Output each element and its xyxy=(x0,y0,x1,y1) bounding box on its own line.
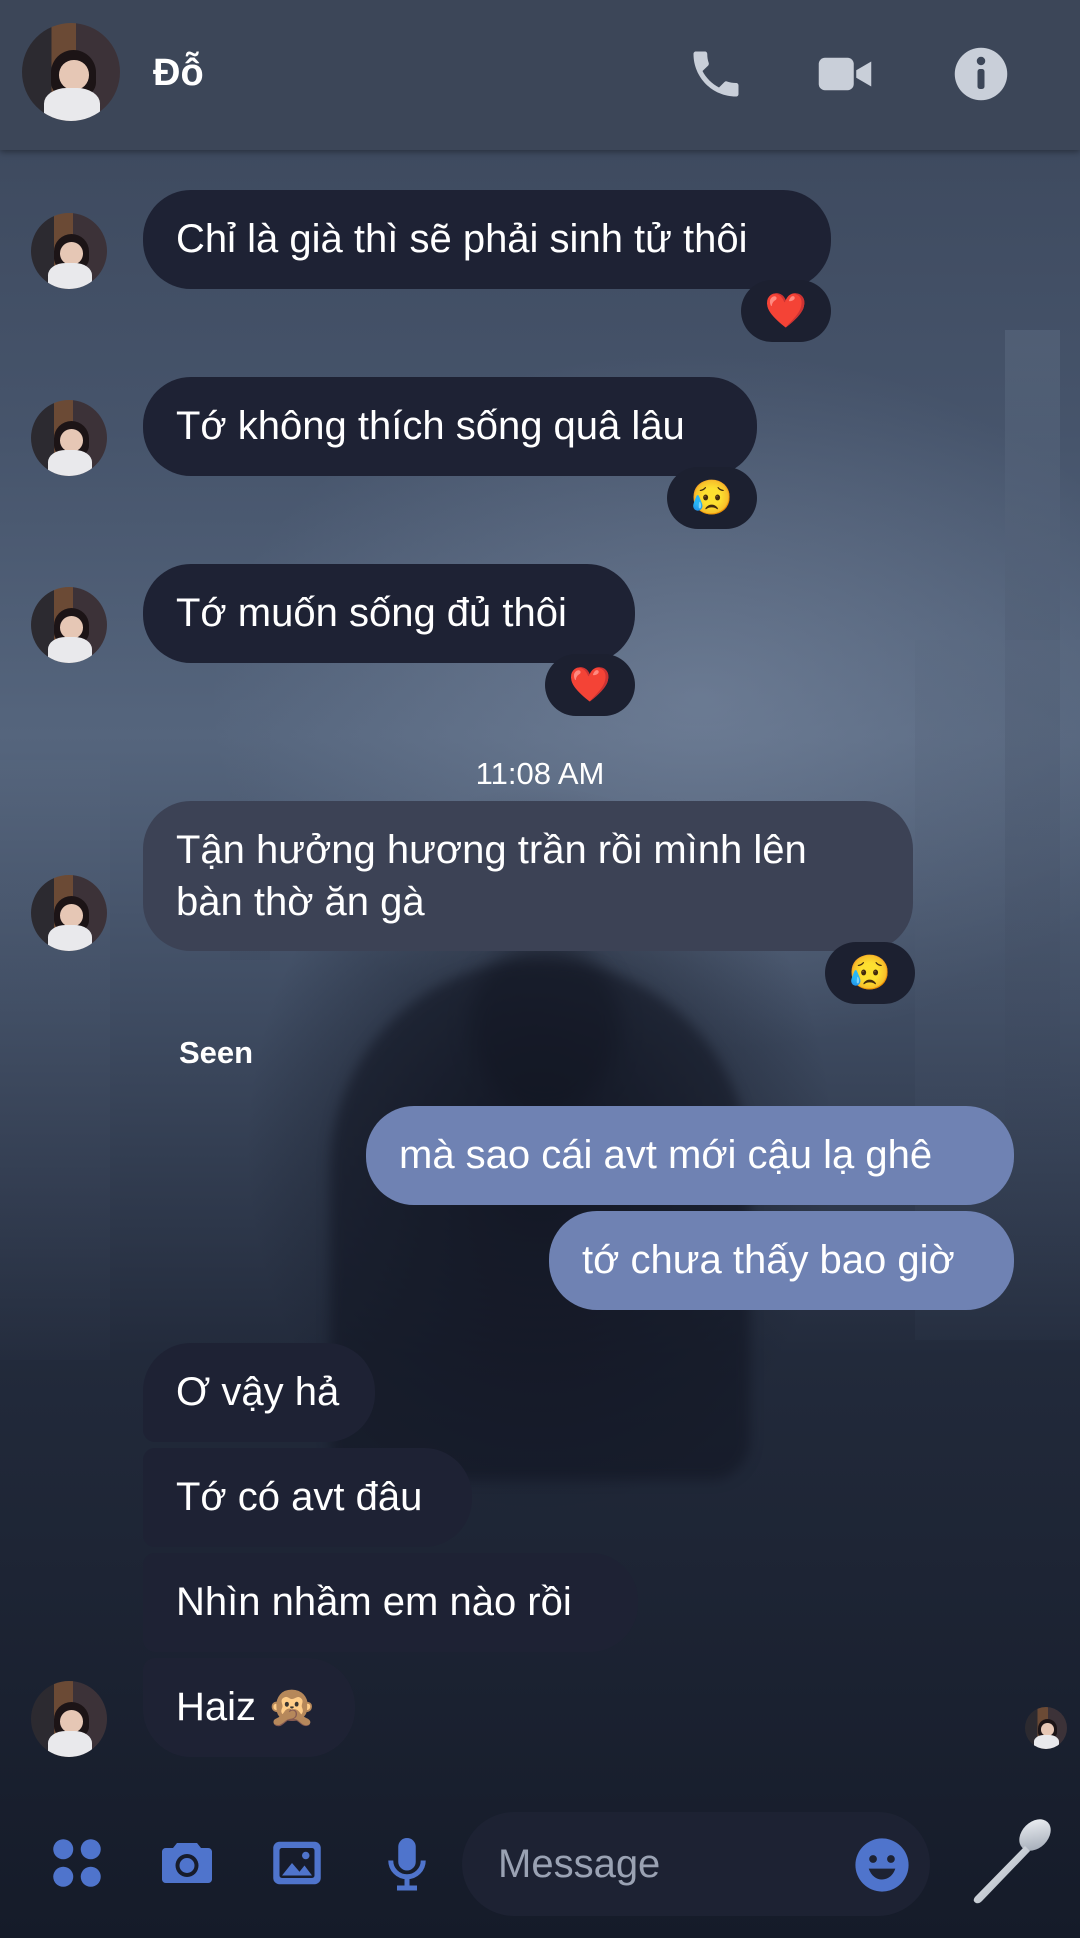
incoming-message-bubble[interactable]: Chỉ là già thì sẽ phải sinh tử thôi xyxy=(143,190,831,289)
message-text: Tớ có avt đâu xyxy=(176,1475,423,1519)
incoming-message-bubble[interactable]: Tớ muốn sống đủ thôi xyxy=(143,564,635,663)
info-icon[interactable] xyxy=(951,44,1011,104)
incoming-message-bubble[interactable]: Tớ không thích sống quâ lâu xyxy=(143,377,757,476)
message-text: Haiz 🙊 xyxy=(176,1685,317,1729)
message-reaction[interactable]: 😥 xyxy=(825,942,915,1004)
video-camera-icon[interactable] xyxy=(815,44,875,104)
seen-status: Seen xyxy=(179,1035,254,1070)
message-text-line: bàn thờ ăn gà xyxy=(176,880,425,924)
message-text: Ơ vậy hả xyxy=(176,1370,340,1414)
apps-icon[interactable] xyxy=(47,1833,107,1893)
message-text: Tớ muốn sống đủ thôi xyxy=(176,591,567,635)
message-input[interactable] xyxy=(496,1840,820,1888)
message-text: Tớ không thích sống quâ lâu xyxy=(176,404,685,448)
message-text: tớ chưa thấy bao giờ xyxy=(582,1238,955,1282)
message-reaction[interactable]: ❤️ xyxy=(741,280,831,342)
message-reaction[interactable]: ❤️ xyxy=(545,654,635,716)
spoon-icon[interactable] xyxy=(965,1815,1057,1907)
chat-screen: Đỗ Chỉ là già thì sẽ phải sinh tử thôi ❤… xyxy=(0,0,1080,1938)
message-text: Chỉ là già thì sẽ phải sinh tử thôi xyxy=(176,217,748,261)
sender-avatar[interactable] xyxy=(31,587,107,663)
chat-header: Đỗ xyxy=(0,0,1080,150)
background-building xyxy=(0,760,110,1360)
message-text-line: Tận hưởng hương trần rồi mình lên xyxy=(176,828,807,872)
message-timestamp: 11:08 AM xyxy=(475,756,605,791)
gallery-icon[interactable] xyxy=(267,1833,327,1893)
incoming-message-bubble[interactable]: Nhìn nhầm em nào rồi xyxy=(143,1553,638,1652)
contact-avatar[interactable] xyxy=(22,23,120,121)
incoming-message-bubble[interactable]: Ơ vậy hả xyxy=(143,1343,375,1442)
message-text: mà sao cái avt mới cậu lạ ghê xyxy=(399,1133,933,1177)
outgoing-message-bubble[interactable]: mà sao cái avt mới cậu lạ ghê xyxy=(366,1106,1014,1205)
incoming-message-bubble[interactable]: Tận hưởng hương trần rồi mình lên bàn th… xyxy=(143,801,913,951)
incoming-message-bubble[interactable]: Haiz 🙊 xyxy=(143,1658,355,1757)
contact-name[interactable]: Đỗ xyxy=(153,52,204,95)
incoming-message-bubble[interactable]: Tớ có avt đâu xyxy=(143,1448,472,1547)
emoji-icon[interactable] xyxy=(853,1836,911,1894)
sender-avatar[interactable] xyxy=(31,400,107,476)
phone-icon[interactable] xyxy=(686,44,746,104)
sender-avatar[interactable] xyxy=(31,1681,107,1757)
sender-avatar[interactable] xyxy=(31,875,107,951)
outgoing-message-bubble[interactable]: tớ chưa thấy bao giờ xyxy=(549,1211,1014,1310)
read-receipt-avatar xyxy=(1025,1707,1067,1749)
sender-avatar[interactable] xyxy=(31,213,107,289)
message-reaction[interactable]: 😥 xyxy=(667,467,757,529)
message-text: Nhìn nhầm em nào rồi xyxy=(176,1580,572,1624)
camera-icon[interactable] xyxy=(157,1833,217,1893)
microphone-icon[interactable] xyxy=(377,1833,437,1893)
